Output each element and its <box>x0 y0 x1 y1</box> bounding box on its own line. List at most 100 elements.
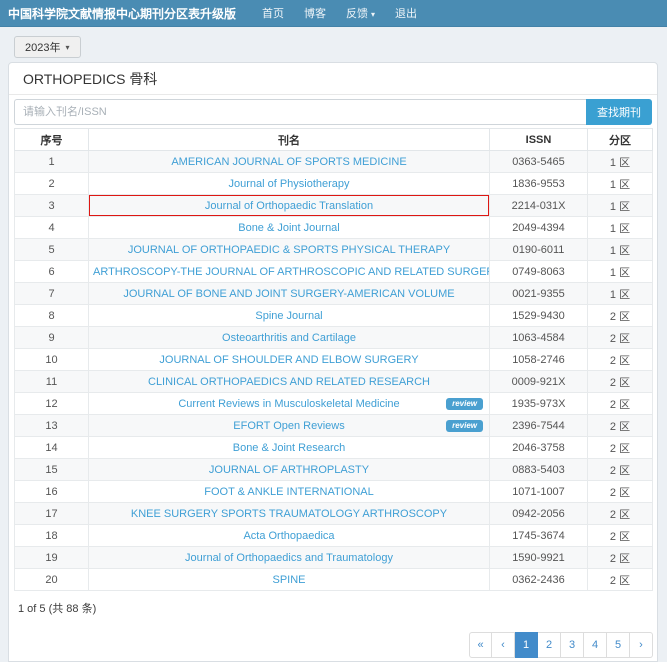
journal-name-cell: Current Reviews in Musculoskeletal Medic… <box>89 393 490 415</box>
row-issn: 0362-2436 <box>490 569 588 591</box>
row-index: 6 <box>15 261 89 283</box>
page-button[interactable]: 3 <box>561 632 584 658</box>
row-division: 2 区 <box>588 327 653 349</box>
row-issn: 1935-973X <box>490 393 588 415</box>
section-title: ORTHOPEDICS 骨科 <box>9 63 657 95</box>
journal-link[interactable]: CLINICAL ORTHOPAEDICS AND RELATED RESEAR… <box>148 376 430 388</box>
page-button[interactable]: 4 <box>584 632 607 658</box>
row-division: 1 区 <box>588 283 653 305</box>
row-issn: 1063-4584 <box>490 327 588 349</box>
journal-name-cell: KNEE SURGERY SPORTS TRAUMATOLOGY ARTHROS… <box>89 503 490 525</box>
row-index: 2 <box>15 173 89 195</box>
journal-name-cell: JOURNAL OF ORTHOPAEDIC & SPORTS PHYSICAL… <box>89 239 490 261</box>
row-index: 14 <box>15 437 89 459</box>
journal-link[interactable]: JOURNAL OF ORTHOPAEDIC & SPORTS PHYSICAL… <box>128 244 450 256</box>
row-index: 4 <box>15 217 89 239</box>
review-badge: review <box>446 398 483 410</box>
journal-link[interactable]: Acta Orthopaedica <box>243 530 334 542</box>
row-division: 2 区 <box>588 437 653 459</box>
row-issn: 1071-1007 <box>490 481 588 503</box>
year-dropdown-button[interactable]: 2023年 ▾ <box>14 36 81 58</box>
journal-link[interactable]: Current Reviews in Musculoskeletal Medic… <box>178 398 399 410</box>
journal-link[interactable]: JOURNAL OF SHOULDER AND ELBOW SURGERY <box>159 354 418 366</box>
journal-link[interactable]: ARTHROSCOPY-THE JOURNAL OF ARTHROSCOPIC … <box>93 266 490 278</box>
review-badge: review <box>446 420 483 432</box>
table-row: 9 Osteoarthritis and Cartilage 1063-4584… <box>15 327 653 349</box>
table-row: 15 JOURNAL OF ARTHROPLASTY 0883-5403 2 区 <box>15 459 653 481</box>
row-index: 15 <box>15 459 89 481</box>
nav-item-logout[interactable]: 退出 <box>395 5 417 21</box>
journal-link[interactable]: AMERICAN JOURNAL OF SPORTS MEDICINE <box>171 156 406 168</box>
table-row: 12 Current Reviews in Musculoskeletal Me… <box>15 393 653 415</box>
journal-link[interactable]: Spine Journal <box>255 310 322 322</box>
search-input[interactable] <box>14 99 586 125</box>
table-row: 4 Bone & Joint Journal 2049-4394 1 区 <box>15 217 653 239</box>
row-index: 17 <box>15 503 89 525</box>
row-index: 8 <box>15 305 89 327</box>
table-row: 3 Journal of Orthopaedic Translation 221… <box>15 195 653 217</box>
table-row: 11 CLINICAL ORTHOPAEDICS AND RELATED RES… <box>15 371 653 393</box>
journal-name-cell: EFORT Open Reviews review <box>89 415 490 437</box>
row-division: 1 区 <box>588 217 653 239</box>
page-button[interactable]: 2 <box>538 632 561 658</box>
table-row: 18 Acta Orthopaedica 1745-3674 2 区 <box>15 525 653 547</box>
row-issn: 1590-9921 <box>490 547 588 569</box>
nav-item-blog[interactable]: 博客 <box>304 5 326 21</box>
page-button-active[interactable]: 1 <box>515 632 538 658</box>
journal-name-cell: Acta Orthopaedica <box>89 525 490 547</box>
row-division: 1 区 <box>588 151 653 173</box>
row-issn: 0021-9355 <box>490 283 588 305</box>
nav-item-feedback[interactable]: 反馈▾ <box>346 5 375 21</box>
row-issn: 0009-921X <box>490 371 588 393</box>
journal-link[interactable]: Journal of Orthopaedic Translation <box>205 200 373 212</box>
row-index: 20 <box>15 569 89 591</box>
journal-link[interactable]: FOOT & ANKLE INTERNATIONAL <box>204 486 374 498</box>
row-index: 11 <box>15 371 89 393</box>
search-button[interactable]: 查找期刊 <box>586 99 652 125</box>
row-division: 2 区 <box>588 459 653 481</box>
row-issn: 0749-8063 <box>490 261 588 283</box>
journal-link[interactable]: KNEE SURGERY SPORTS TRAUMATOLOGY ARTHROS… <box>131 508 447 520</box>
journal-link[interactable]: Journal of Orthopaedics and Traumatology <box>185 552 393 564</box>
row-division: 2 区 <box>588 569 653 591</box>
journal-link[interactable]: Bone & Joint Journal <box>238 222 340 234</box>
journal-link[interactable]: JOURNAL OF ARTHROPLASTY <box>209 464 369 476</box>
row-issn: 1058-2746 <box>490 349 588 371</box>
nav-item-home[interactable]: 首页 <box>262 5 284 21</box>
table-row: 2 Journal of Physiotherapy 1836-9553 1 区 <box>15 173 653 195</box>
journal-link[interactable]: SPINE <box>272 574 305 586</box>
row-division: 1 区 <box>588 239 653 261</box>
row-issn: 2214-031X <box>490 195 588 217</box>
table-row: 1 AMERICAN JOURNAL OF SPORTS MEDICINE 03… <box>15 151 653 173</box>
row-division: 2 区 <box>588 547 653 569</box>
journal-name-cell: Journal of Orthopaedics and Traumatology <box>89 547 490 569</box>
row-issn: 2396-7544 <box>490 415 588 437</box>
journal-link[interactable]: Journal of Physiotherapy <box>228 178 349 190</box>
table-row: 14 Bone & Joint Research 2046-3758 2 区 <box>15 437 653 459</box>
row-division: 2 区 <box>588 481 653 503</box>
site-title[interactable]: 中国科学院文献情报中心期刊分区表升级版 <box>8 5 236 22</box>
page-button[interactable]: 5 <box>607 632 630 658</box>
journal-link[interactable]: JOURNAL OF BONE AND JOINT SURGERY-AMERIC… <box>123 288 454 300</box>
page-button[interactable]: › <box>630 632 653 658</box>
journal-link[interactable]: Bone & Joint Research <box>233 442 346 454</box>
row-issn: 1529-9430 <box>490 305 588 327</box>
table-row: 5 JOURNAL OF ORTHOPAEDIC & SPORTS PHYSIC… <box>15 239 653 261</box>
page-button[interactable]: ‹ <box>492 632 515 658</box>
table-row: 19 Journal of Orthopaedics and Traumatol… <box>15 547 653 569</box>
row-issn: 1745-3674 <box>490 525 588 547</box>
row-index: 18 <box>15 525 89 547</box>
journal-name-cell: Bone & Joint Journal <box>89 217 490 239</box>
row-index: 12 <box>15 393 89 415</box>
row-index: 13 <box>15 415 89 437</box>
pagination: «‹12345› <box>469 632 653 658</box>
row-division: 2 区 <box>588 349 653 371</box>
top-navbar: 中国科学院文献情报中心期刊分区表升级版 首页 博客 反馈▾ 退出 <box>0 0 667 27</box>
header-issn: ISSN <box>490 129 588 151</box>
table-row: 17 KNEE SURGERY SPORTS TRAUMATOLOGY ARTH… <box>15 503 653 525</box>
journal-link[interactable]: EFORT Open Reviews <box>233 420 344 432</box>
page-button[interactable]: « <box>469 632 492 658</box>
journal-panel: ORTHOPEDICS 骨科 查找期刊 序号 刊名 ISSN 分区 1 AMER… <box>8 62 658 662</box>
table-row: 8 Spine Journal 1529-9430 2 区 <box>15 305 653 327</box>
journal-link[interactable]: Osteoarthritis and Cartilage <box>222 332 356 344</box>
